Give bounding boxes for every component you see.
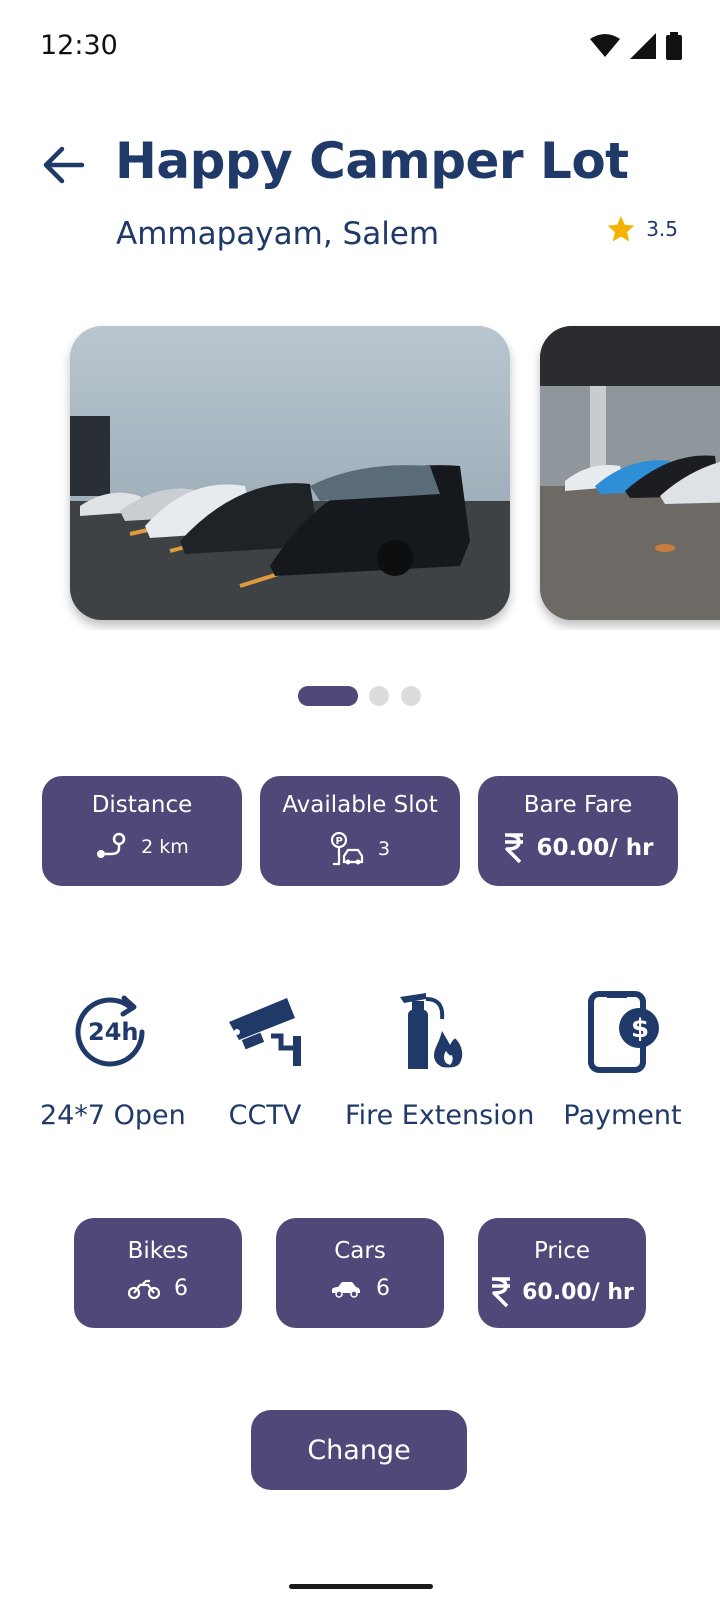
- svg-text:$: $: [631, 1014, 649, 1044]
- bikes-label: Bikes: [127, 1238, 189, 1264]
- distance-label: Distance: [91, 792, 193, 818]
- battery-icon: [666, 32, 682, 60]
- cars-label: Cars: [334, 1238, 386, 1264]
- rupee-icon: [492, 1277, 511, 1308]
- cars-value: 6: [376, 1276, 390, 1301]
- bare-fare-value: 60.00/ hr: [536, 835, 654, 861]
- mobile-payment-icon: $: [587, 991, 659, 1073]
- rating-value: 3.5: [646, 217, 678, 241]
- svg-text:24h: 24h: [88, 1018, 138, 1046]
- bikes-card: Bikes 6: [74, 1218, 242, 1328]
- amenity-label: Fire Extension: [345, 1100, 535, 1131]
- status-icons: [590, 32, 682, 60]
- bare-fare-label: Bare Fare: [523, 792, 633, 818]
- star-icon: [607, 215, 635, 242]
- carousel-dot[interactable]: [369, 686, 389, 706]
- price-card: Price 60.00/ hr: [478, 1218, 646, 1328]
- cars-card: Cars 6: [276, 1218, 444, 1328]
- price-label: Price: [533, 1238, 591, 1264]
- parking-lot-photo: [70, 326, 510, 620]
- amenity-payment: $ Payment: [560, 984, 685, 1131]
- route-pin-icon: [97, 832, 126, 858]
- change-button[interactable]: Change: [251, 1410, 467, 1490]
- wifi-icon: [590, 34, 620, 57]
- parking-car-icon: P: [330, 832, 364, 866]
- back-button[interactable]: [36, 138, 90, 192]
- bikes-value: 6: [174, 1276, 188, 1301]
- distance-card: Distance 2 km: [42, 776, 242, 886]
- carousel-indicator: [0, 686, 720, 708]
- carousel-dot-active[interactable]: [298, 686, 358, 706]
- available-slot-label: Available Slot: [282, 792, 438, 818]
- carousel-slide[interactable]: [70, 326, 510, 620]
- motorbike-icon: [128, 1279, 160, 1299]
- amenity-cctv: CCTV: [210, 984, 320, 1131]
- bare-fare-card: Bare Fare 60.00/ hr: [478, 776, 678, 886]
- rating: 3.5: [606, 214, 678, 244]
- fire-extinguisher-icon: [399, 993, 462, 1069]
- arrow-left-icon: [43, 146, 85, 184]
- status-bar: 12:30: [0, 0, 720, 96]
- image-carousel[interactable]: [0, 320, 720, 630]
- amenity-label: Payment: [563, 1100, 682, 1131]
- amenity-fire-extension: Fire Extension: [345, 984, 535, 1131]
- cctv-camera-icon: [229, 998, 301, 1066]
- home-indicator[interactable]: [289, 1584, 433, 1589]
- amenity-label: CCTV: [228, 1100, 302, 1131]
- carousel-slide[interactable]: [540, 326, 720, 620]
- car-icon: [332, 1281, 360, 1298]
- price-value: 60.00/ hr: [522, 1279, 634, 1305]
- amenity-label: 24*7 Open: [40, 1100, 186, 1131]
- signal-icon: [630, 33, 656, 59]
- rupee-icon: [504, 833, 523, 864]
- 24h-clock-icon: 24h: [75, 995, 145, 1067]
- page-title: Happy Camper Lot: [115, 132, 629, 190]
- location-subtitle: Ammapayam, Salem: [116, 216, 440, 252]
- available-slot-value: 3: [377, 838, 391, 860]
- carousel-dot[interactable]: [401, 686, 421, 706]
- amenity-24x7: 24h 24*7 Open: [40, 984, 186, 1131]
- garage-photo: [540, 326, 720, 620]
- status-time: 12:30: [40, 30, 118, 61]
- svg-text:P: P: [335, 836, 342, 847]
- available-slot-card: Available Slot P 3: [260, 776, 460, 886]
- distance-value: 2 km: [141, 836, 189, 858]
